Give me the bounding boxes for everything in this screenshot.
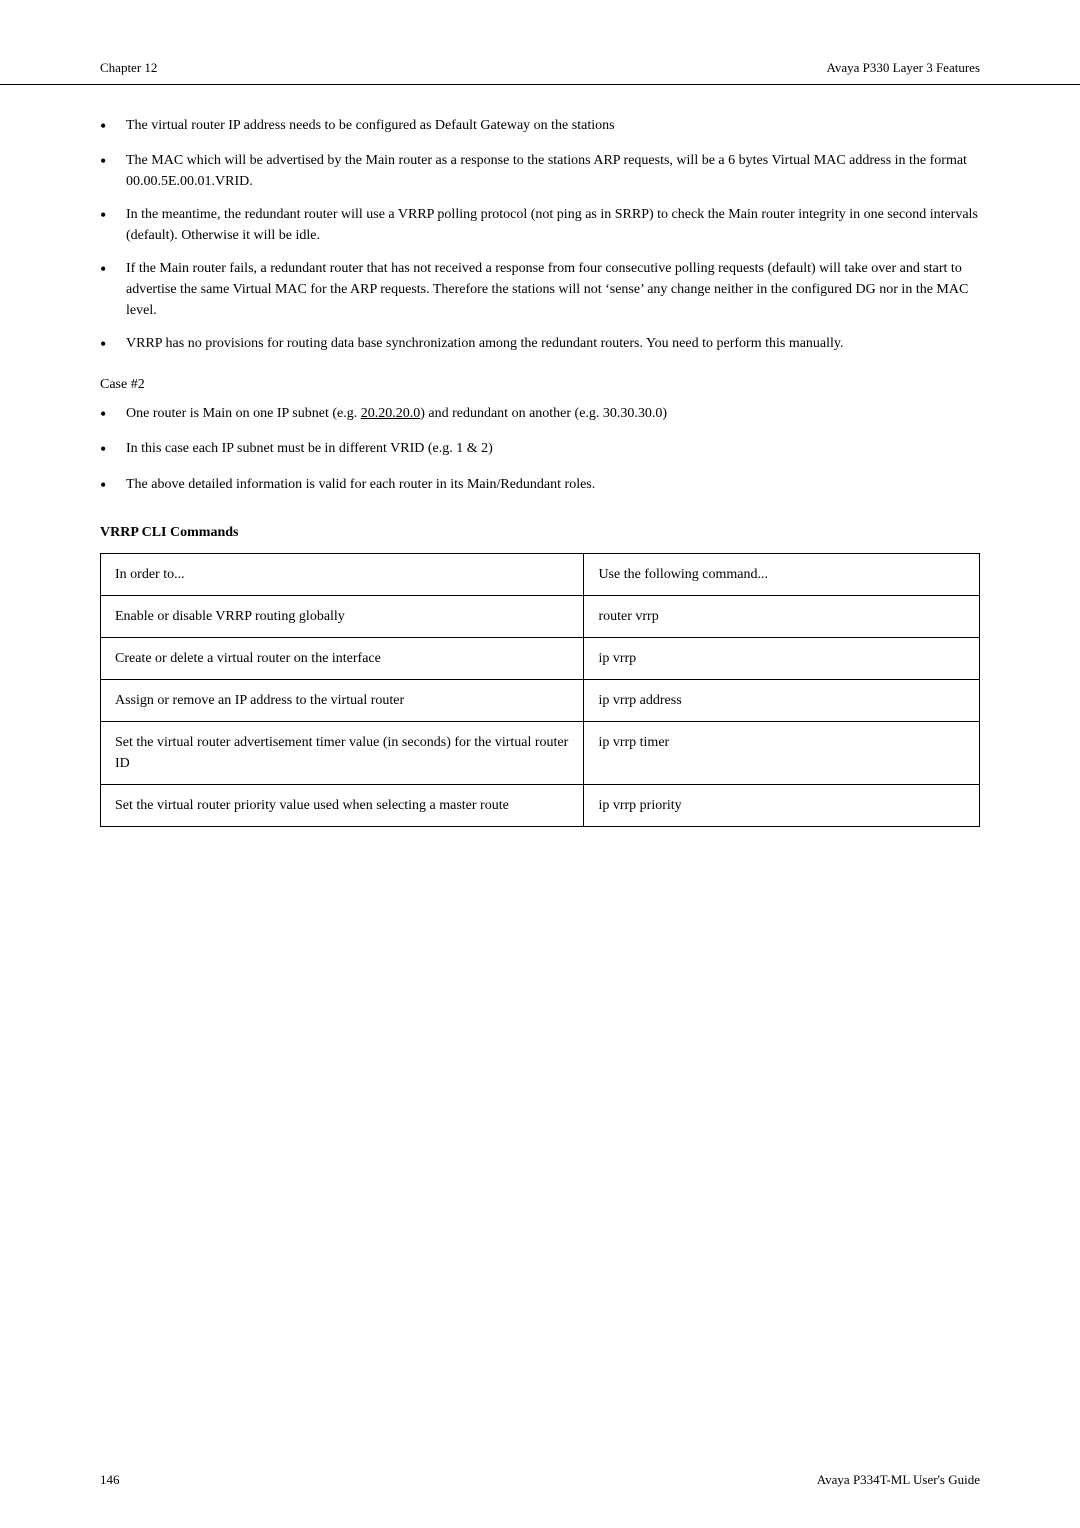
list-item: • In this case each IP subnet must be in…	[100, 438, 980, 461]
page: Chapter 12 Avaya P330 Layer 3 Features •…	[0, 0, 1080, 1528]
list-item: • One router is Main on one IP subnet (e…	[100, 403, 980, 426]
table-header-row: In order to... Use the following command…	[101, 553, 980, 595]
table-header-col1: In order to...	[101, 553, 584, 595]
bullet-icon: •	[100, 115, 120, 138]
table-cell-description: Create or delete a virtual router on the…	[101, 637, 584, 679]
table-cell-command: ip vrrp timer	[584, 721, 980, 784]
bullet-text: If the Main router fails, a redundant ro…	[126, 258, 980, 321]
page-header: Chapter 12 Avaya P330 Layer 3 Features	[0, 0, 1080, 85]
list-item: • If the Main router fails, a redundant …	[100, 258, 980, 321]
list-item: • The MAC which will be advertised by th…	[100, 150, 980, 192]
page-number: 146	[100, 1472, 120, 1488]
bullet-icon: •	[100, 333, 120, 356]
table-row: Set the virtual router priority value us…	[101, 784, 980, 826]
table-cell-description: Set the virtual router priority value us…	[101, 784, 584, 826]
main-content: • The virtual router IP address needs to…	[0, 85, 1080, 887]
vrrp-commands-table: In order to... Use the following command…	[100, 553, 980, 827]
chapter-label: Chapter 12	[100, 60, 157, 76]
main-bullet-list: • The virtual router IP address needs to…	[100, 115, 980, 357]
bullet-text: The virtual router IP address needs to b…	[126, 115, 980, 136]
bullet-icon: •	[100, 438, 120, 461]
table-cell-description: Set the virtual router advertisement tim…	[101, 721, 584, 784]
list-item: • VRRP has no provisions for routing dat…	[100, 333, 980, 356]
bullet-icon: •	[100, 150, 120, 173]
table-header-col2: Use the following command...	[584, 553, 980, 595]
case2-bullet-list: • One router is Main on one IP subnet (e…	[100, 403, 980, 497]
table-row: Create or delete a virtual router on the…	[101, 637, 980, 679]
table-cell-command: ip vrrp	[584, 637, 980, 679]
table-row: Set the virtual router advertisement tim…	[101, 721, 980, 784]
bullet-icon: •	[100, 403, 120, 426]
table-cell-command: ip vrrp address	[584, 679, 980, 721]
bullet-icon: •	[100, 474, 120, 497]
bullet-text: VRRP has no provisions for routing data …	[126, 333, 980, 354]
bullet-icon: •	[100, 258, 120, 281]
table-row: Enable or disable VRRP routing globally …	[101, 595, 980, 637]
table-cell-description: Enable or disable VRRP routing globally	[101, 595, 584, 637]
table-cell-command: router vrrp	[584, 595, 980, 637]
guide-title: Avaya P334T-ML User's Guide	[817, 1472, 980, 1488]
bullet-icon: •	[100, 204, 120, 227]
list-item: • The above detailed information is vali…	[100, 474, 980, 497]
table-row: Assign or remove an IP address to the vi…	[101, 679, 980, 721]
bullet-text: In the meantime, the redundant router wi…	[126, 204, 980, 246]
vrrp-section-heading: VRRP CLI Commands	[100, 525, 980, 541]
table-cell-command: ip vrrp priority	[584, 784, 980, 826]
bullet-text: One router is Main on one IP subnet (e.g…	[126, 403, 980, 424]
table-cell-description: Assign or remove an IP address to the vi…	[101, 679, 584, 721]
list-item: • The virtual router IP address needs to…	[100, 115, 980, 138]
list-item: • In the meantime, the redundant router …	[100, 204, 980, 246]
header-title: Avaya P330 Layer 3 Features	[826, 60, 980, 76]
bullet-text: The above detailed information is valid …	[126, 474, 980, 495]
case2-heading: Case #2	[100, 377, 980, 393]
page-footer: 146 Avaya P334T-ML User's Guide	[0, 1472, 1080, 1488]
bullet-text: The MAC which will be advertised by the …	[126, 150, 980, 192]
bullet-text: In this case each IP subnet must be in d…	[126, 438, 980, 459]
subnet-underline: 20.20.20.0	[361, 406, 421, 421]
